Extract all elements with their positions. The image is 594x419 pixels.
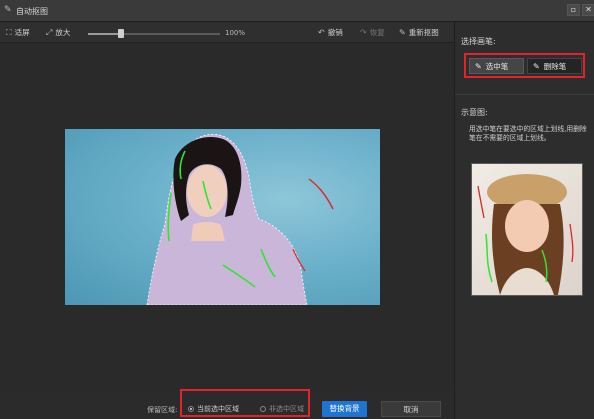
photo-overlay (146, 133, 334, 305)
erase-stroke (477, 185, 485, 219)
redo-icon: ↷ (360, 28, 367, 37)
fit-screen-icon: ⛶ (6, 27, 12, 37)
example-illustration (477, 174, 574, 295)
radio-dot-selected (188, 406, 194, 412)
erase-pen-button[interactable]: ✎ 删除笔 (527, 58, 582, 74)
zoom-slider-fill (88, 33, 121, 35)
redo-button[interactable]: ↷ 恢复 (360, 27, 385, 38)
face (187, 165, 227, 217)
window-title: 自动抠图 (16, 7, 48, 16)
radio-current-label: 当前选中区域 (197, 405, 239, 413)
undo-icon: ↶ (318, 28, 325, 37)
zoom-in-icon: ⤢ (46, 27, 53, 37)
replace-background-button[interactable]: 替换背景 (322, 401, 367, 417)
redo-cutout-label: 重新抠图 (408, 28, 439, 37)
fit-screen-label: 适屏 (14, 28, 30, 37)
example-image (471, 163, 583, 296)
choose-pen-label: 选择画笔: (461, 37, 496, 46)
zoom-slider-thumb[interactable] (118, 29, 124, 38)
panel-divider (455, 94, 594, 95)
erase-stroke (308, 178, 334, 210)
example-label: 示意图: (461, 108, 488, 117)
title-bar: ✎ 自动抠图 ▫ ✕ (0, 0, 594, 22)
face (505, 200, 549, 252)
keep-area-label: 保留区域: (147, 406, 178, 414)
right-panel: 选择画笔: ✎ 选中笔 ✎ 删除笔 示意图: 用选中笔在要选中的区域上划线,用删… (454, 22, 594, 419)
hint-text: 用选中笔在要选中的区域上划线,用删除笔在不需要的区域上划线。 (469, 125, 587, 142)
radio-current-selection[interactable]: 当前选中区域 (188, 404, 239, 414)
app-icon: ✎ (4, 5, 12, 15)
erase-stroke (569, 223, 574, 263)
radio-dot-unselected (260, 406, 266, 412)
pen-icon: ✎ (399, 28, 406, 37)
zoom-value: 100% (225, 29, 246, 37)
eraser-icon: ✎ (533, 61, 540, 71)
erase-pen-label: 删除笔 (543, 61, 567, 71)
toolbar: ⛶ 适屏 ⤢ 放大 100% ↶ 撤销 ↷ 恢复 ✎ 重新抠图 (0, 22, 453, 43)
cancel-button[interactable]: 取消 (381, 401, 441, 417)
radio-other-label: 非选中区域 (269, 405, 304, 413)
pen-icon: ✎ (475, 61, 482, 71)
select-stroke (485, 233, 493, 283)
maximize-icon[interactable]: ▫ (567, 4, 580, 16)
zoom-in-label: 放大 (55, 28, 71, 37)
select-pen-button[interactable]: ✎ 选中笔 (469, 58, 524, 74)
redo-label: 恢复 (369, 28, 385, 37)
redo-cutout-button[interactable]: ✎ 重新抠图 (399, 27, 439, 38)
zoom-in-button[interactable]: ⤢ 放大 (46, 27, 70, 38)
hand (191, 222, 225, 241)
radio-non-selection[interactable]: 非选中区域 (260, 404, 304, 414)
select-pen-label: 选中笔 (485, 61, 509, 71)
pen-selector: ✎ 选中笔 ✎ 删除笔 (464, 53, 585, 78)
source-photo[interactable] (65, 129, 380, 305)
zoom-slider[interactable] (88, 33, 220, 35)
close-icon[interactable]: ✕ (582, 4, 594, 16)
undo-label: 撤销 (327, 28, 343, 37)
undo-button[interactable]: ↶ 撤销 (318, 27, 343, 38)
fit-screen-button[interactable]: ⛶ 适屏 (6, 27, 30, 38)
